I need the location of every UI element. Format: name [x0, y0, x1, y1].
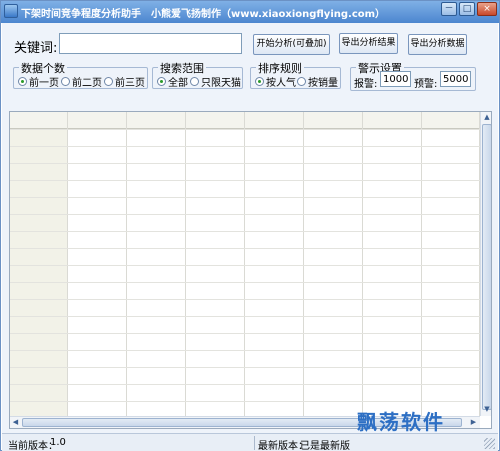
grid-column-line: [126, 112, 127, 428]
grid-row-line: [10, 401, 480, 402]
warning-settings-group: 警示设置 报警: 预警:: [350, 60, 476, 91]
window-title: 下架时间竞争程度分析助手: [21, 9, 141, 20]
grid-row-line: [10, 333, 480, 334]
warn-threshold-input[interactable]: [440, 71, 471, 87]
keyword-input[interactable]: [59, 33, 242, 54]
scroll-up-icon[interactable]: ▲: [482, 112, 491, 123]
grid-row-line: [10, 197, 480, 198]
grid-row-line: [10, 316, 480, 317]
radio-page-three[interactable]: 前三页: [104, 74, 145, 89]
title-bar[interactable]: 下架时间竞争程度分析助手 小熊爱飞扬制作（www.xiaoxiongflying…: [1, 1, 499, 23]
alarm-threshold-input[interactable]: [380, 71, 411, 87]
radio-dot: [297, 77, 306, 86]
radio-label: 前一页: [29, 78, 59, 89]
radio-label: 按销量: [308, 78, 338, 89]
latest-version: 已是最新版: [300, 441, 350, 451]
current-version: 1.0: [50, 437, 66, 448]
grid-column-line: [67, 112, 68, 428]
radio-label: 只限天猫: [201, 78, 241, 89]
keyword-label: 关键词:: [14, 41, 58, 56]
grid-column-header: [10, 112, 480, 129]
grid-row-line: [10, 367, 480, 368]
vertical-scrollbar[interactable]: ▲ ▼: [480, 112, 491, 416]
grid-row-line: [10, 163, 480, 164]
scroll-down-icon[interactable]: ▼: [482, 404, 491, 415]
grid-row-line: [10, 129, 480, 130]
grid-row-line: [10, 350, 480, 351]
watermark-logo: 飘荡软件: [357, 410, 445, 434]
grid-row-line: [10, 180, 480, 181]
radio-scope-tmall[interactable]: 只限天猫: [190, 74, 241, 89]
grid-column-line: [185, 112, 186, 428]
maximize-button[interactable]: □: [459, 2, 475, 16]
start-analysis-button[interactable]: 开始分析(可叠加): [253, 34, 330, 55]
vertical-scroll-thumb[interactable]: [482, 124, 491, 410]
grid-column-line: [362, 112, 363, 428]
status-bar: 当前版本： 1.0 最新版本： 已是最新版: [2, 433, 498, 451]
app-icon: [4, 4, 18, 18]
radio-dot: [255, 77, 264, 86]
grid-row-line: [10, 214, 480, 215]
minimize-button[interactable]: －: [441, 2, 457, 16]
radio-dot: [104, 77, 113, 86]
export-result-button[interactable]: 导出分析结果: [339, 33, 398, 54]
radio-label: 按人气: [266, 78, 296, 89]
grid-row-line: [10, 265, 480, 266]
grid-row-line: [10, 299, 480, 300]
radio-sort-popularity[interactable]: 按人气: [255, 74, 296, 89]
client-area: 关键词: 开始分析(可叠加) 导出分析结果 导出分析数据 数据个数 前一页 前二…: [2, 23, 498, 451]
close-button[interactable]: ×: [477, 2, 497, 16]
export-data-button[interactable]: 导出分析数据: [408, 34, 467, 55]
radio-sort-sales[interactable]: 按销量: [297, 74, 338, 89]
radio-label: 全部: [168, 78, 188, 89]
grid-row-line: [10, 384, 480, 385]
radio-page-two[interactable]: 前二页: [61, 74, 102, 89]
scroll-right-icon[interactable]: ▶: [468, 417, 479, 428]
radio-dot: [190, 77, 199, 86]
result-grid[interactable]: ▲ ▼ ◀ ▶: [9, 111, 492, 429]
grid-column-line: [303, 112, 304, 428]
radio-scope-all[interactable]: 全部: [157, 74, 188, 89]
resize-grip-icon[interactable]: [484, 438, 495, 449]
grid-row-header: [10, 112, 68, 428]
window-author: 小熊爱飞扬制作（www.xiaoxiongflying.com）: [151, 9, 386, 20]
grid-row-line: [10, 282, 480, 283]
radio-label: 前三页: [115, 78, 145, 89]
grid-column-line: [244, 112, 245, 428]
sort-rule-group: 排序规则 按人气 按销量: [250, 60, 341, 89]
grid-row-line: [10, 146, 480, 147]
radio-dot: [157, 77, 166, 86]
radio-dot: [61, 77, 70, 86]
grid-row-line: [10, 231, 480, 232]
radio-label: 前二页: [72, 78, 102, 89]
search-scope-group: 搜索范围 全部 只限天猫: [152, 60, 243, 89]
grid-column-line: [421, 112, 422, 428]
radio-dot: [18, 77, 27, 86]
app-window: 下架时间竞争程度分析助手 小熊爱飞扬制作（www.xiaoxiongflying…: [0, 0, 500, 451]
radio-page-one[interactable]: 前一页: [18, 74, 59, 89]
data-count-group: 数据个数 前一页 前二页 前三页: [13, 60, 148, 89]
alarm-label: 报警:: [354, 79, 378, 90]
status-divider: [254, 436, 255, 450]
scroll-left-icon[interactable]: ◀: [10, 417, 21, 428]
grid-row-line: [10, 248, 480, 249]
warn-label: 预警:: [414, 79, 438, 90]
